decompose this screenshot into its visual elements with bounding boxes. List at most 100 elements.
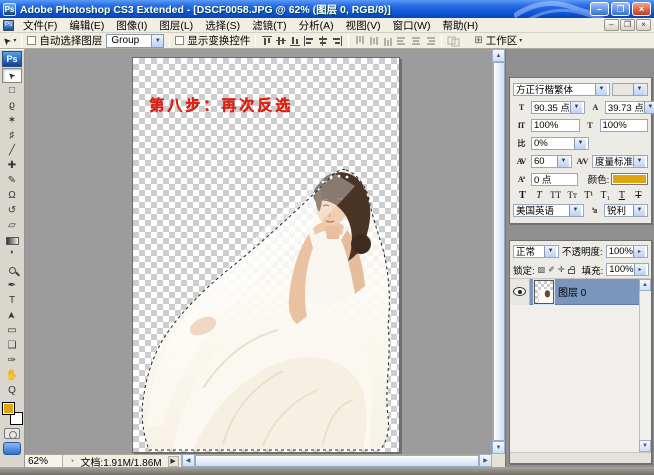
scroll-down-icon[interactable]: ▼ (639, 440, 651, 452)
menu-analysis[interactable]: 分析(A) (293, 17, 340, 34)
language-select[interactable]: 美国英语 ▼ (513, 204, 584, 217)
tool-brush[interactable]: ✎ (2, 173, 22, 188)
lock-transparency-icon[interactable]: ▨ (538, 265, 546, 274)
tool-slice[interactable]: ╱ (2, 143, 22, 158)
faux-bold-button[interactable]: T (515, 190, 530, 201)
menu-filter[interactable]: 滤镜(T) (246, 17, 292, 34)
scroll-left-icon[interactable]: ◀ (182, 454, 195, 467)
tracking-field[interactable]: 60 ▼ (531, 155, 572, 168)
tool-hand[interactable]: ✋ (2, 368, 22, 383)
chevron-down-icon[interactable]: ▼ (557, 156, 569, 167)
show-transform-checkbox[interactable] (175, 36, 184, 45)
spin-right-icon[interactable]: ▸ (634, 264, 646, 275)
screen-mode-button[interactable] (3, 442, 21, 455)
tool-eyedropper[interactable]: ✑ (2, 353, 22, 368)
menu-file[interactable]: 文件(F) (17, 17, 63, 34)
title-bar[interactable]: Ps Adobe Photoshop CS3 Extended - [DSCF0… (0, 0, 654, 18)
text-color-swatch[interactable] (611, 173, 648, 185)
tool-move[interactable]: ➤ (2, 68, 22, 83)
anti-alias-select[interactable]: 锐利 ▼ (604, 204, 648, 217)
align-top-icon[interactable] (261, 35, 273, 47)
menu-window[interactable]: 窗口(W) (387, 17, 437, 34)
chevron-down-icon[interactable]: ▼ (595, 84, 607, 95)
align-right-icon[interactable] (331, 35, 343, 47)
align-vcenter-icon[interactable] (275, 35, 287, 47)
tool-path-selection[interactable]: ➤ (2, 308, 22, 323)
layer-thumbnail[interactable] (534, 280, 554, 304)
align-hcenter-icon[interactable] (317, 35, 329, 47)
superscript-button[interactable]: T¹ (581, 190, 596, 201)
visibility-cell[interactable] (510, 279, 530, 305)
tool-preset-caret-icon[interactable]: ▾ (13, 37, 16, 44)
tool-shape[interactable]: ▭ (2, 323, 22, 338)
minimize-button[interactable]: – (590, 2, 609, 16)
lock-all-icon[interactable] (568, 269, 575, 274)
font-family-select[interactable]: 方正行楷繁体 ▼ (513, 83, 610, 96)
document-hscrollbar[interactable]: ◀ ▶ (181, 455, 492, 468)
chevron-down-icon[interactable]: ▼ (644, 102, 654, 113)
document-icon[interactable]: Ps (3, 20, 14, 31)
menu-view[interactable]: 视图(V) (340, 17, 387, 34)
blend-mode-select[interactable]: 正常 ▼ (513, 245, 559, 258)
chevron-down-icon[interactable]: ▼ (633, 156, 645, 167)
foreground-color-swatch[interactable] (2, 402, 15, 415)
document-vscrollbar[interactable]: ▲ ▼ (492, 49, 505, 454)
menu-image[interactable]: 图像(I) (110, 17, 153, 34)
kerning-select[interactable]: 度量标准 ▼ (592, 155, 648, 168)
chevron-down-icon[interactable]: ▼ (569, 205, 581, 216)
tool-quick-selection[interactable]: ✶ (2, 113, 22, 128)
menu-layer[interactable]: 图层(L) (153, 17, 199, 34)
tool-healing-brush[interactable]: ✚ (2, 158, 22, 173)
vscroll-thumb[interactable] (493, 62, 505, 441)
subscript-button[interactable]: T₁ (598, 190, 613, 201)
layer-row[interactable]: 图层 0 (510, 279, 639, 305)
tool-zoom[interactable]: Q (2, 383, 22, 398)
auto-select-checkbox[interactable] (27, 36, 36, 45)
lock-pixels-icon[interactable]: ✐ (548, 265, 555, 274)
chevron-down-icon[interactable]: ▼ (151, 35, 163, 47)
tool-lasso[interactable]: ϱ (2, 98, 22, 113)
align-left-icon[interactable] (303, 35, 315, 47)
chevron-down-icon[interactable]: ▼ (574, 138, 586, 149)
align-bottom-icon[interactable] (289, 35, 301, 47)
horizontal-scale-field[interactable]: 100% (600, 119, 649, 132)
fill-field[interactable]: 100% ▸ (606, 263, 648, 276)
scroll-right-icon[interactable]: ▶ (479, 454, 492, 467)
underline-button[interactable]: T (614, 190, 629, 201)
faux-italic-button[interactable]: T (532, 190, 547, 201)
font-size-field[interactable]: 90.35 点 ▼ (531, 101, 585, 114)
chevron-down-icon[interactable]: ▼ (570, 102, 582, 113)
leading-field[interactable]: 39.73 点 ▼ (605, 101, 654, 114)
scroll-down-icon[interactable]: ▼ (492, 441, 505, 454)
menu-select[interactable]: 选择(S) (199, 17, 246, 34)
quick-mask-button[interactable] (4, 428, 20, 439)
tool-blur[interactable]: ❜ (2, 248, 22, 263)
tool-history-brush[interactable]: ↺ (2, 203, 22, 218)
small-caps-button[interactable]: Tᴛ (565, 190, 580, 201)
proportional-spacing-select[interactable]: 0% ▼ (531, 137, 589, 150)
menu-help[interactable]: 帮助(H) (437, 17, 485, 34)
doc-minimize-button[interactable]: – (604, 19, 619, 31)
group-select[interactable]: Group ▼ (106, 34, 164, 48)
tool-gradient[interactable] (2, 233, 22, 248)
workspace-control[interactable]: ⊞ 工作区 ▾ (474, 33, 522, 48)
tool-type[interactable]: T (2, 293, 22, 308)
close-button[interactable]: × (632, 2, 651, 16)
status-popup-button[interactable]: ▶ (168, 456, 179, 467)
spin-right-icon[interactable]: ▸ (633, 246, 645, 257)
baseline-shift-field[interactable]: 0 点 (531, 173, 578, 186)
font-style-select[interactable]: ▼ (612, 83, 648, 96)
tool-rectangular-marquee[interactable]: □ (2, 83, 22, 98)
doc-close-button[interactable]: × (636, 19, 651, 31)
doc-restore-button[interactable]: ❐ (620, 19, 635, 31)
chevron-down-icon[interactable]: ▼ (544, 246, 556, 257)
tool-pen[interactable]: ✒ (2, 278, 22, 293)
lock-position-icon[interactable]: ✛ (558, 265, 565, 274)
menu-edit[interactable]: 编辑(E) (63, 17, 110, 34)
canvas[interactable]: 第八步：再次反选 (132, 57, 400, 453)
all-caps-button[interactable]: TT (548, 190, 563, 201)
strikethrough-button[interactable]: T (631, 190, 646, 201)
tool-clone-stamp[interactable]: Ω (2, 188, 22, 203)
restore-button[interactable]: ❐ (611, 2, 630, 16)
layers-scrollbar[interactable]: ▲ ▼ (639, 279, 651, 452)
